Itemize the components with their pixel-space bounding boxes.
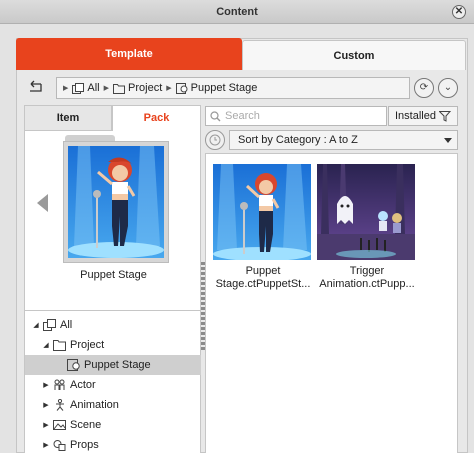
tree-item-actor[interactable]: ▶ Actor [25,375,201,395]
search-field[interactable] [205,106,387,126]
tree-item-scene[interactable]: ▶ Scene [25,415,201,435]
pack-thumbnail[interactable] [63,141,169,263]
tree-item-props[interactable]: ▶ Props [25,435,201,453]
expand-icon[interactable]: ▶ [41,381,51,389]
installed-label: Installed [395,110,436,122]
content-card-puppet-stage[interactable]: Puppet Stage.ctPuppetSt... [213,164,313,291]
refresh-icon[interactable]: ⟳ [414,78,434,98]
all-icon [72,82,85,94]
content-grid: Puppet Stage.ctPuppetSt... Trigger Anima… [205,153,458,453]
search-icon [210,110,221,121]
card-label: Puppet Stage.ctPuppetSt... [215,265,311,290]
window-titlebar: Content ✕ [0,0,474,24]
tree-item-puppet-stage[interactable]: Puppet Stage [25,355,201,375]
all-icon [43,319,56,331]
tree-item-project[interactable]: ◢ Project [25,335,201,355]
puppet-stage-image [68,146,164,258]
tab-custom[interactable]: Custom [242,40,466,70]
tab-template[interactable]: Template [16,38,242,70]
previous-arrow-icon[interactable] [37,194,48,212]
window-title: Content [216,6,258,18]
expand-icon[interactable]: ▶ [41,401,51,409]
breadcrumb-label: Puppet Stage [190,82,258,94]
breadcrumb-separator: ▶ [166,85,172,92]
breadcrumb-item-puppet-stage[interactable]: Puppet Stage [175,82,258,94]
tree-item-animation[interactable]: ▶ Animation [25,395,201,415]
content-card-trigger-animation[interactable]: Trigger Animation.ctPupp... [317,164,417,291]
clock-icon[interactable] [205,130,225,150]
left-panel-tabs: Item Pack [24,105,201,131]
chevron-down-icon [444,138,452,143]
expand-icon[interactable]: ▶ [41,441,51,449]
collapse-icon[interactable]: ◢ [41,341,51,349]
breadcrumb-label: All [87,82,100,94]
tree-item-all[interactable]: ◢ All [25,315,201,335]
puppet-icon [67,359,80,371]
tab-pack[interactable]: Pack [112,105,201,131]
breadcrumb-separator: ▶ [103,85,110,92]
tree-label: Animation [70,399,119,411]
preview-caption: Puppet Stage [80,269,147,281]
tab-item[interactable]: Item [24,105,112,131]
installed-filter-button[interactable]: Installed [388,106,458,126]
breadcrumb-item-all[interactable]: All [72,82,100,94]
collapse-icon[interactable]: ◢ [31,321,41,329]
sort-selected-value: Sort by Category : A to Z [238,134,358,146]
props-icon [53,440,66,451]
tree-label: Puppet Stage [84,359,151,371]
card-label: Trigger Animation.ctPupp... [319,265,415,290]
tree-label: All [60,319,73,331]
folder-icon [53,340,66,351]
breadcrumb-item-project[interactable]: Project [113,82,162,94]
category-tree: ◢ All ◢ Project Puppet Stage ▶ Actor ▶ A… [24,310,201,453]
card-thumbnail [213,164,311,260]
actor-icon [54,379,65,390]
puppet-icon [175,82,188,94]
scene-icon [53,420,66,430]
tree-label: Props [70,439,99,451]
search-input[interactable] [225,110,375,122]
tree-label: Scene [70,419,102,431]
card-thumbnail [317,164,415,260]
tree-label: Actor [70,379,96,391]
close-icon[interactable]: ✕ [452,5,466,19]
tree-label: Project [70,339,105,351]
filter-icon [438,110,451,122]
chevron-down-icon[interactable]: ⌄ [438,78,458,98]
back-arrow-icon[interactable] [26,80,44,96]
folder-icon [113,83,126,94]
breadcrumb-separator: ▶ [63,85,69,92]
sort-select[interactable]: Sort by Category : A to Z [229,130,458,150]
breadcrumb-label: Project [128,82,163,94]
left-panel: Item Pack Puppet Stage ◢ All ◢ Project P… [24,105,201,453]
breadcrumb: ▶ All ▶ Project ▶ Puppet Stage [56,77,410,99]
expand-icon[interactable]: ▶ [41,421,51,429]
animation-icon [56,399,64,411]
